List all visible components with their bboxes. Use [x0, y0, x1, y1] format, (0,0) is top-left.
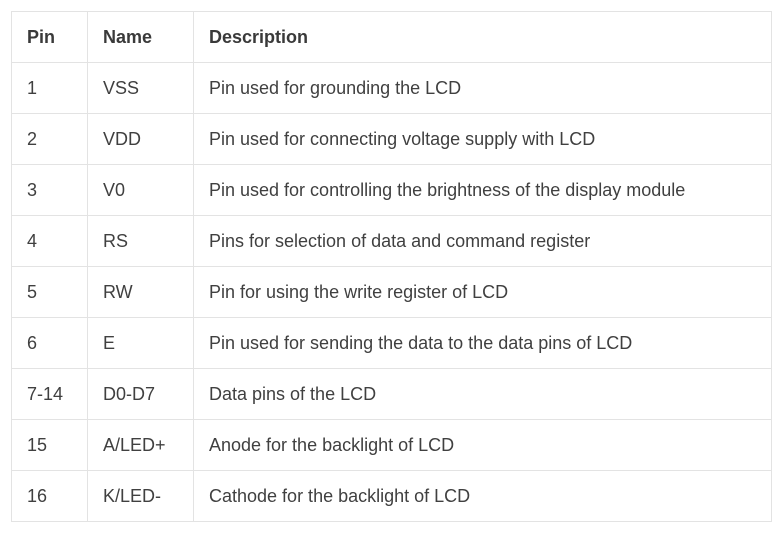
cell-description: Pin for using the write register of LCD: [193, 266, 772, 318]
cell-pin: 3: [11, 164, 88, 216]
cell-pin: 4: [11, 215, 88, 267]
cell-pin: 16: [11, 470, 88, 522]
cell-name: VSS: [87, 62, 194, 114]
cell-description: Pins for selection of data and command r…: [193, 215, 772, 267]
header-description: Description: [193, 11, 772, 63]
cell-pin: 5: [11, 266, 88, 318]
pin-table: Pin Name Description 1 VSS Pin used for …: [11, 11, 772, 522]
cell-description: Anode for the backlight of LCD: [193, 419, 772, 471]
table-row: 5 RW Pin for using the write register of…: [11, 266, 772, 318]
table-row: 16 K/LED- Cathode for the backlight of L…: [11, 470, 772, 522]
cell-name: RW: [87, 266, 194, 318]
header-name: Name: [87, 11, 194, 63]
cell-pin: 15: [11, 419, 88, 471]
cell-name: K/LED-: [87, 470, 194, 522]
table-row: 1 VSS Pin used for grounding the LCD: [11, 62, 772, 114]
cell-pin: 7-14: [11, 368, 88, 420]
cell-description: Pin used for grounding the LCD: [193, 62, 772, 114]
cell-description: Pin used for sending the data to the dat…: [193, 317, 772, 369]
cell-name: E: [87, 317, 194, 369]
cell-description: Cathode for the backlight of LCD: [193, 470, 772, 522]
cell-pin: 6: [11, 317, 88, 369]
table-header-row: Pin Name Description: [11, 11, 772, 63]
header-pin: Pin: [11, 11, 88, 63]
cell-description: Pin used for connecting voltage supply w…: [193, 113, 772, 165]
table-row: 4 RS Pins for selection of data and comm…: [11, 215, 772, 267]
cell-name: RS: [87, 215, 194, 267]
cell-name: VDD: [87, 113, 194, 165]
cell-name: A/LED+: [87, 419, 194, 471]
table-row: 2 VDD Pin used for connecting voltage su…: [11, 113, 772, 165]
cell-pin: 2: [11, 113, 88, 165]
table-row: 3 V0 Pin used for controlling the bright…: [11, 164, 772, 216]
cell-pin: 1: [11, 62, 88, 114]
cell-description: Data pins of the LCD: [193, 368, 772, 420]
cell-name: V0: [87, 164, 194, 216]
cell-description: Pin used for controlling the brightness …: [193, 164, 772, 216]
cell-name: D0-D7: [87, 368, 194, 420]
table-row: 6 E Pin used for sending the data to the…: [11, 317, 772, 369]
table-row: 7-14 D0-D7 Data pins of the LCD: [11, 368, 772, 420]
table-row: 15 A/LED+ Anode for the backlight of LCD: [11, 419, 772, 471]
